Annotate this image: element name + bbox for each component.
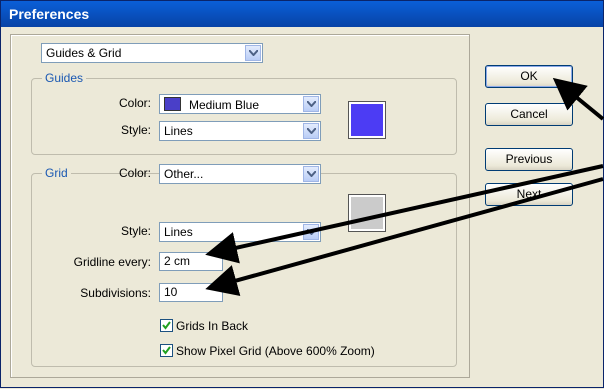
guides-color-text: Medium Blue	[189, 98, 260, 112]
section-select-value: Guides & Grid	[46, 46, 122, 60]
previous-button[interactable]: Previous	[485, 148, 573, 171]
gridline-every-label: Gridline every:	[73, 255, 151, 269]
guides-color-select[interactable]: Medium Blue	[159, 94, 321, 114]
subdivisions-input[interactable]: 10	[159, 283, 223, 302]
checkmark-icon[interactable]	[160, 319, 173, 332]
grid-color-preview[interactable]	[348, 194, 386, 232]
grids-in-back-label: Grids In Back	[176, 319, 249, 333]
grid-color-select[interactable]: Other...	[159, 164, 321, 184]
show-pixel-grid-checkbox[interactable]: Show Pixel Grid (Above 600% Zoom)	[160, 344, 375, 358]
grid-style-select[interactable]: Lines	[159, 222, 321, 242]
chevron-down-icon[interactable]	[303, 224, 319, 240]
guides-color-swatch	[164, 97, 181, 111]
chevron-down-icon[interactable]	[245, 45, 261, 61]
grid-color-label: Color:	[118, 166, 151, 180]
dialog-title: Preferences	[1, 1, 603, 27]
gridline-every-input[interactable]: 2 cm	[159, 252, 223, 271]
grid-legend: Grid	[42, 166, 71, 180]
guides-legend: Guides	[42, 71, 87, 85]
next-button[interactable]: Next	[485, 183, 573, 206]
ok-button[interactable]: OK	[485, 65, 573, 88]
chevron-down-icon[interactable]	[303, 96, 319, 112]
show-pixel-grid-label: Show Pixel Grid (Above 600% Zoom)	[176, 344, 375, 358]
chevron-down-icon[interactable]	[303, 123, 319, 139]
section-select[interactable]: Guides & Grid	[41, 43, 263, 63]
guides-color-label: Color:	[118, 96, 151, 110]
grid-style-value: Lines	[164, 225, 193, 239]
grid-style-label: Style:	[120, 224, 151, 238]
guides-style-select[interactable]: Lines	[159, 121, 321, 141]
grid-group: Grid	[31, 166, 457, 367]
guides-group: Guides	[31, 71, 457, 155]
grids-in-back-checkbox[interactable]: Grids In Back	[160, 319, 248, 333]
subdivisions-label: Subdivisions:	[80, 286, 151, 300]
preferences-panel: Guides & Grid Guides Color: Medium Blue …	[10, 34, 470, 378]
guides-style-value: Lines	[164, 124, 193, 138]
guides-style-label: Style:	[120, 123, 151, 137]
guides-color-preview[interactable]	[348, 101, 386, 139]
guides-color-value: Medium Blue	[164, 97, 259, 112]
grid-color-value: Other...	[164, 167, 204, 181]
preferences-dialog: Preferences Guides & Grid Guides Color: …	[0, 0, 604, 388]
checkmark-icon[interactable]	[160, 344, 173, 357]
chevron-down-icon[interactable]	[303, 166, 319, 182]
cancel-button[interactable]: Cancel	[485, 103, 573, 126]
